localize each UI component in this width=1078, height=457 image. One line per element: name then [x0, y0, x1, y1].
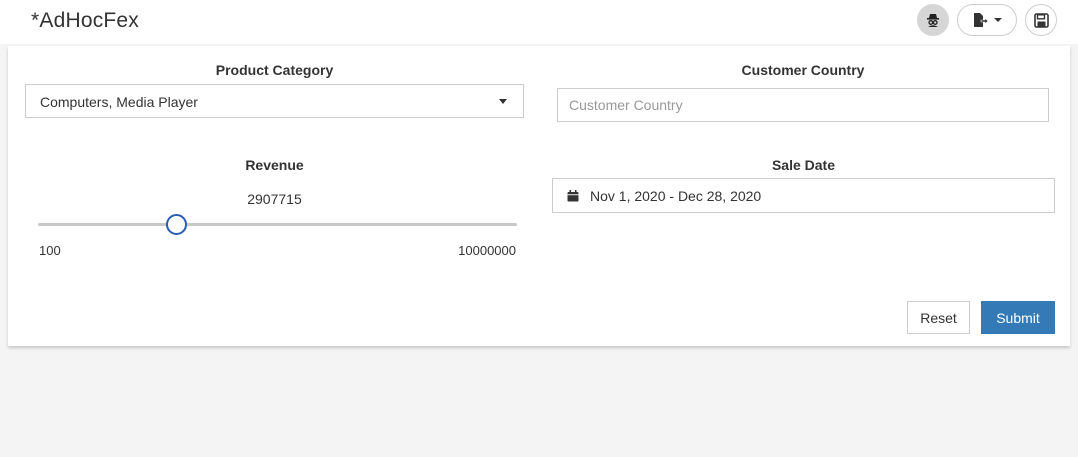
revenue-slider-track[interactable]: [38, 223, 517, 226]
sale-date-range-input[interactable]: Nov 1, 2020 - Dec 28, 2020: [552, 178, 1055, 213]
sale-date-value: Nov 1, 2020 - Dec 28, 2020: [590, 188, 762, 204]
header-bar: *AdHocFex: [0, 0, 1078, 44]
export-icon: [974, 13, 988, 27]
reset-button[interactable]: Reset: [907, 301, 970, 334]
save-button[interactable]: [1025, 4, 1057, 36]
chevron-down-icon: [994, 18, 1002, 22]
chevron-down-icon: [499, 99, 507, 104]
user-secret-icon: [927, 14, 939, 27]
page-title: *AdHocFex: [31, 9, 140, 32]
submit-button[interactable]: Submit: [981, 301, 1055, 334]
sale-date-label: Sale Date: [771, 157, 836, 173]
revenue-slider-handle[interactable]: [166, 214, 188, 235]
calendar-icon: [567, 190, 579, 202]
incognito-button[interactable]: [917, 4, 949, 36]
save-icon: [1033, 12, 1049, 28]
product-category-value: Computers, Media Player: [40, 94, 198, 110]
page: *AdHocFex Product Category Computers, Me…: [0, 0, 1078, 457]
customer-country-input[interactable]: [557, 88, 1049, 122]
revenue-min-label: 100: [39, 243, 61, 258]
revenue-value: 2907715: [247, 191, 302, 207]
product-category-select[interactable]: Computers, Media Player: [25, 84, 524, 118]
export-dropdown-button[interactable]: [957, 4, 1017, 36]
revenue-label: Revenue: [245, 157, 304, 173]
product-category-label: Product Category: [215, 62, 334, 78]
filter-form-card: Product Category Computers, Media Player…: [8, 46, 1070, 346]
customer-country-label: Customer Country: [741, 62, 865, 78]
revenue-max-label: 10000000: [458, 243, 516, 258]
